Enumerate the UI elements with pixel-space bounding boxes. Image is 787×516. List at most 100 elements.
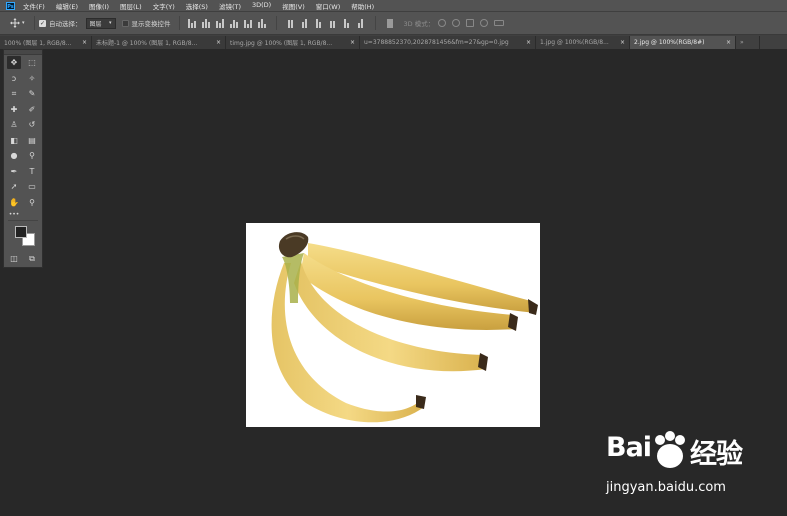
clone-stamp-tool-icon[interactable]: ♙ [7, 118, 21, 131]
menu-item[interactable]: 选择(S) [186, 1, 208, 11]
align-horizontal-centers-icon[interactable] [201, 18, 210, 28]
document-tab[interactable]: u=3788852370,2028781456&fm=27&gp=0.jpg × [360, 36, 536, 49]
distribute-vertical-centers-icon[interactable] [301, 18, 309, 28]
document-tab[interactable]: 2.jpg @ 100%(RGB/8#) × [630, 36, 736, 49]
move-icon [10, 18, 20, 28]
dodge-tool-icon[interactable]: ⚲ [25, 149, 39, 162]
rectangle-tool-icon[interactable]: ▭ [25, 180, 39, 193]
close-tab-icon[interactable]: × [726, 39, 731, 46]
distribute-right-icon[interactable] [357, 18, 365, 28]
menu-item[interactable]: 窗口(W) [316, 1, 341, 11]
screen-mode-icon[interactable]: ⧉ [25, 252, 39, 265]
chevron-down-icon: ▾ [22, 20, 25, 26]
document-tab-title: 2.jpg @ 100%(RGB/8#) [634, 39, 705, 46]
pen-tool-icon[interactable]: ✒ [7, 165, 21, 178]
document-tab[interactable]: 未标题-1 @ 100% (图层 1, RGB/8... × [92, 36, 226, 49]
magic-wand-tool-icon[interactable]: ✧ [25, 72, 39, 85]
baidu-jingyan-watermark: Bai 经验 jingyan.baidu.com [598, 430, 768, 500]
history-brush-tool-icon[interactable]: ↺ [25, 118, 39, 131]
menu-item[interactable]: 帮助(H) [351, 1, 374, 11]
menu-item[interactable]: 文字(Y) [153, 1, 175, 11]
lasso-tool-icon[interactable]: ↄ [7, 72, 21, 85]
divider [34, 16, 35, 30]
photoshop-logo-icon[interactable]: Ps [6, 1, 15, 10]
more-tabs-button[interactable]: » [736, 36, 760, 49]
distribute-bottom-icon[interactable] [315, 18, 323, 28]
distribute-top-icon[interactable] [287, 19, 295, 28]
brush-tool-icon[interactable]: ✐ [25, 103, 39, 116]
show-transform-controls-label: 显示变换控件 [131, 20, 171, 28]
align-bottom-edges-icon[interactable] [257, 18, 266, 28]
close-tab-icon[interactable]: × [620, 39, 625, 46]
divider [275, 16, 277, 30]
eyedropper-tool-icon[interactable]: ✎ [25, 87, 39, 100]
menu-bar: Ps 文件(F) 编辑(E) 图像(I) 图层(L) 文字(Y) 选择(S) 滤镜(T) 3D… [0, 0, 787, 11]
distribute-left-icon[interactable] [329, 19, 337, 28]
menu-item[interactable]: 滤镜(T) [219, 1, 241, 11]
divider [178, 16, 180, 30]
document-tab[interactable]: 1.jpg @ 100%(RGB/8... × [536, 36, 630, 49]
3d-pan-icon[interactable] [466, 19, 475, 27]
eraser-tool-icon[interactable]: ◧ [7, 134, 21, 147]
gradient-tool-icon[interactable]: ▤ [25, 134, 39, 147]
document-tab-title: u=3788852370,2028781456&fm=27&gp=0.jpg [364, 39, 509, 46]
move-tool-preset-picker[interactable]: ▾ [10, 18, 30, 28]
show-transform-controls-checkbox[interactable] [121, 19, 129, 27]
3d-mode-label: 3D 模式： [403, 20, 435, 28]
menu-item[interactable]: 3D(D) [252, 1, 271, 11]
move-tool-icon[interactable]: ✥ [7, 56, 21, 69]
document-tab[interactable]: timg.jpg @ 100% (图层 1, RGB/8... × [226, 36, 360, 49]
auto-select-checkbox[interactable]: ✓ [39, 19, 46, 27]
3d-roll-icon[interactable] [452, 19, 461, 27]
divider [8, 220, 38, 221]
document-tabs: 100% (图层 1, RGB/8... × 未标题-1 @ 100% (图层 1,… [0, 35, 787, 49]
close-tab-icon[interactable]: × [350, 39, 355, 46]
tools-panel: ✥ ⬚ ↄ ✧ ⌗ ✎ ✚ ✐ ♙ ↺ ◧ ▤ ● ⚲ ✒ T ➚ ▭ ✋ ⚲ ••• ◫ ⧉ [3, 49, 43, 268]
chevron-down-icon: ▾ [108, 20, 112, 26]
path-selection-tool-icon[interactable]: ➚ [7, 180, 21, 193]
watermark-url: jingyan.baidu.com [606, 480, 726, 495]
align-vertical-centers-icon[interactable] [243, 19, 252, 28]
menu-item[interactable]: 图像(I) [89, 1, 109, 11]
paw-icon [655, 431, 685, 468]
3d-slide-icon[interactable] [480, 19, 489, 27]
marquee-tool-icon[interactable]: ⬚ [25, 56, 39, 69]
auto-select-label: 自动选择： [49, 20, 82, 28]
menu-item[interactable]: 视图(V) [282, 1, 305, 11]
options-bar: ▾ ✓ 自动选择： 图层 ▾ 显示变换控件 3D 模式： [0, 11, 787, 35]
menu-item[interactable]: 文件(F) [23, 1, 45, 11]
hand-tool-icon[interactable]: ✋ [7, 196, 21, 209]
close-tab-icon[interactable]: × [82, 39, 87, 46]
3d-scale-icon[interactable] [494, 20, 505, 26]
document-tab-title: timg.jpg @ 100% (图层 1, RGB/8... [230, 40, 333, 47]
menu-item[interactable]: 编辑(E) [56, 1, 78, 11]
menu-item[interactable]: 图层(L) [120, 1, 142, 11]
document-canvas[interactable] [246, 223, 540, 427]
document-tab[interactable]: 100% (图层 1, RGB/8... × [0, 36, 92, 49]
align-left-edges-icon[interactable] [187, 18, 196, 28]
foreground-color-swatch[interactable] [15, 226, 27, 238]
distribute-horizontal-centers-icon[interactable] [343, 18, 351, 28]
close-tab-icon[interactable]: × [526, 39, 531, 46]
crop-tool-icon[interactable]: ⌗ [7, 87, 21, 100]
auto-select-target-dropdown[interactable]: 图层 ▾ [85, 17, 116, 29]
align-right-edges-icon[interactable] [215, 18, 224, 28]
type-tool-icon[interactable]: T [25, 165, 39, 178]
document-tab-title: 未标题-1 @ 100% (图层 1, RGB/8... [96, 40, 198, 47]
auto-select-target-value: 图层 [89, 20, 102, 28]
watermark-brand-cn: 经验 [690, 439, 743, 470]
banana-image [271, 232, 538, 423]
watermark-brand: Bai [606, 432, 652, 463]
3d-orbit-icon[interactable] [438, 19, 447, 27]
healing-brush-tool-icon[interactable]: ✚ [7, 103, 21, 116]
quick-mask-icon[interactable]: ◫ [7, 252, 21, 265]
blur-tool-icon[interactable]: ● [7, 149, 21, 162]
close-tab-icon[interactable]: × [216, 39, 221, 46]
divider [374, 16, 376, 30]
double-chevron-right-icon: » [740, 39, 744, 46]
document-tab-title: 1.jpg @ 100%(RGB/8... [540, 39, 609, 46]
zoom-tool-icon[interactable]: ⚲ [25, 196, 39, 209]
auto-align-layers-icon[interactable] [386, 18, 394, 28]
align-top-edges-icon[interactable] [229, 19, 238, 28]
tools-panel-header[interactable] [4, 50, 42, 55]
